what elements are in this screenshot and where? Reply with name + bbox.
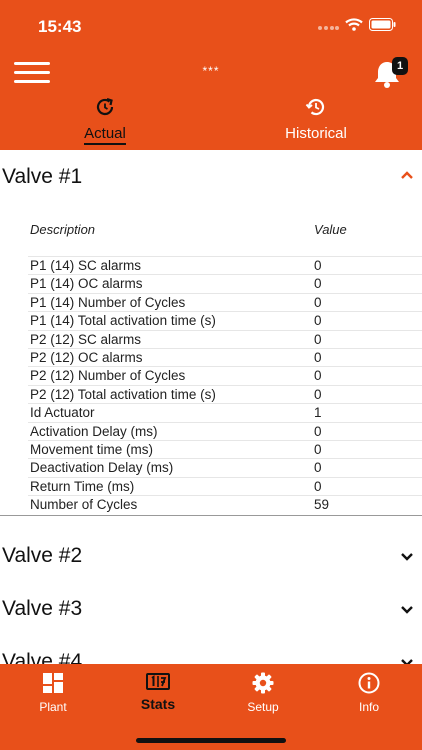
table-row: P1 (14) Number of Cycles 0 xyxy=(28,292,422,311)
nav-plant-label: Plant xyxy=(39,700,67,714)
nav-stats-label: Stats xyxy=(140,696,176,712)
refresh-clock-icon xyxy=(96,97,114,116)
row-description: P1 (14) Number of Cycles xyxy=(30,294,186,310)
row-value: 0 xyxy=(314,478,322,494)
dashboard-icon xyxy=(43,673,63,693)
row-description: Deactivation Delay (ms) xyxy=(30,460,174,476)
row-description: P2 (12) SC alarms xyxy=(30,331,142,347)
row-description: Return Time (ms) xyxy=(30,478,135,494)
table-row: P1 (14) SC alarms 0 xyxy=(28,256,422,274)
chevron-up-icon[interactable] xyxy=(400,170,414,180)
signal-icon xyxy=(318,25,339,30)
valve-4-title: Valve #4 xyxy=(2,650,83,664)
app-header: 15:43 *** 1 Actual Historical xyxy=(0,0,422,150)
row-description: P2 (12) Total activation time (s) xyxy=(30,386,216,402)
history-icon xyxy=(305,98,325,116)
nav-plant[interactable]: Plant xyxy=(8,672,98,714)
valve-2-title: Valve #2 xyxy=(2,544,83,567)
row-description: Activation Delay (ms) xyxy=(30,423,158,439)
row-value: 59 xyxy=(314,497,330,513)
column-header-value: Value xyxy=(314,222,347,237)
gear-icon xyxy=(252,672,274,694)
row-description: P1 (14) SC alarms xyxy=(30,258,142,273)
table-row: Return Time (ms) 0 xyxy=(28,476,422,495)
row-value: 0 xyxy=(314,276,322,292)
row-value: 0 xyxy=(314,313,322,329)
valve-1-header[interactable]: Valve #1 xyxy=(0,150,422,203)
table-row: P1 (14) OC alarms 0 xyxy=(28,274,422,292)
row-value: 0 xyxy=(314,331,322,347)
row-value: 0 xyxy=(314,294,322,310)
valve-3-title: Valve #3 xyxy=(2,597,83,620)
row-description: P2 (12) OC alarms xyxy=(30,349,143,365)
row-description: Number of Cycles xyxy=(30,497,138,513)
tab-actual-label: Actual xyxy=(84,125,126,145)
table-row: P1 (14) Total activation time (s) 0 xyxy=(28,311,422,329)
table-row: Movement time (ms) 0 xyxy=(28,439,422,458)
status-icons xyxy=(317,18,396,31)
valve-4-header[interactable]: Valve #4 xyxy=(0,636,422,664)
home-indicator[interactable] xyxy=(136,738,286,743)
row-value: 0 xyxy=(314,460,322,476)
valve-list: Valve #1 Description Value P1 (14) SC al… xyxy=(0,150,422,664)
table-row: P2 (12) Total activation time (s) 0 xyxy=(28,384,422,403)
row-description: P1 (14) Total activation time (s) xyxy=(30,313,216,329)
row-value: 0 xyxy=(314,423,322,439)
valve-2-header[interactable]: Valve #2 xyxy=(0,530,422,583)
table-row: P2 (12) OC alarms 0 xyxy=(28,347,422,366)
row-description: Id Actuator xyxy=(30,405,95,421)
column-header-description: Description xyxy=(30,222,96,237)
wifi-icon xyxy=(345,18,363,31)
row-value: 0 xyxy=(314,386,322,402)
info-icon xyxy=(358,672,380,694)
tab-actual[interactable]: Actual xyxy=(45,96,165,145)
notification-badge: 1 xyxy=(392,57,408,75)
row-value: 0 xyxy=(314,349,322,365)
stats-icon xyxy=(146,673,170,690)
table-row: Deactivation Delay (ms) 0 xyxy=(28,458,422,476)
row-description: P2 (12) Number of Cycles xyxy=(30,368,186,384)
nav-info[interactable]: Info xyxy=(324,672,414,714)
page-title: *** xyxy=(202,64,220,78)
nav-setup-label: Setup xyxy=(247,700,279,714)
table-row: Activation Delay (ms) 0 xyxy=(28,421,422,440)
row-value: 1 xyxy=(314,405,322,421)
battery-icon xyxy=(369,18,396,31)
table-row: P2 (12) Number of Cycles 0 xyxy=(28,366,422,384)
table-row: Number of Cycles 59 xyxy=(28,495,422,513)
chevron-down-icon[interactable] xyxy=(400,605,414,615)
divider xyxy=(0,515,422,516)
table-row: P2 (12) SC alarms 0 xyxy=(28,329,422,348)
row-value: 0 xyxy=(314,258,322,273)
row-description: P1 (14) OC alarms xyxy=(30,276,143,292)
chevron-down-icon[interactable] xyxy=(400,552,414,562)
tab-historical-label: Historical xyxy=(285,125,347,142)
nav-info-label: Info xyxy=(358,700,379,714)
tab-historical[interactable]: Historical xyxy=(256,96,376,143)
table-row: Id Actuator 1 xyxy=(28,403,422,421)
row-value: 0 xyxy=(314,441,322,457)
status-time: 15:43 xyxy=(38,17,82,36)
row-description: Movement time (ms) xyxy=(30,441,154,457)
nav-setup[interactable]: Setup xyxy=(218,672,308,714)
nav-stats[interactable]: Stats xyxy=(113,672,203,712)
valve-3-header[interactable]: Valve #3 xyxy=(0,583,422,636)
valve-1-table: P1 (14) SC alarms 0 P1 (14) OC alarms 0 P1… xyxy=(28,256,422,513)
row-value: 0 xyxy=(314,368,322,384)
valve-1-title: Valve #1 xyxy=(2,165,83,188)
